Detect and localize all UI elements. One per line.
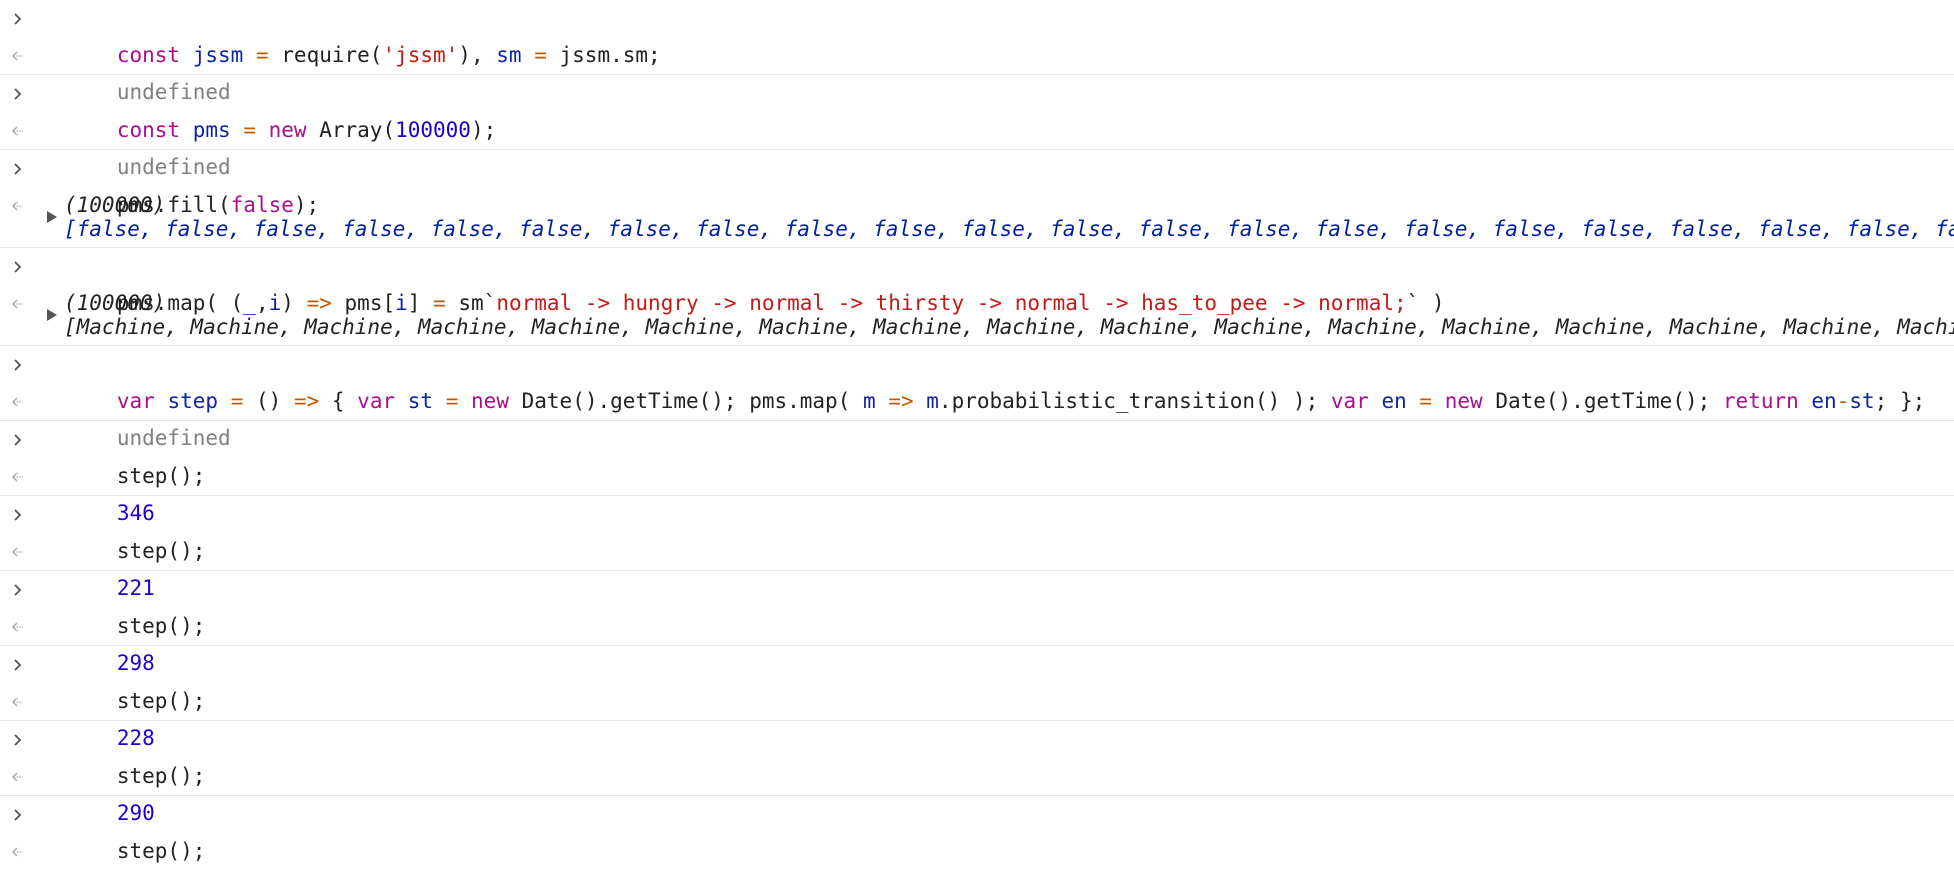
console-output-array[interactable]: (100000) [false, false, false, false, fa… [0, 187, 1954, 247]
chevron-right-icon [8, 796, 28, 833]
chevron-right-icon [8, 721, 28, 758]
console-output-line: undefined [0, 112, 1954, 179]
console-input-line[interactable]: const pms = new Array(100000); [0, 75, 1954, 142]
console-input-line[interactable]: pms.fill(false); [0, 150, 1954, 217]
console-entry: step(); 221 [0, 496, 1954, 600]
console-entry: step(); 228 [0, 646, 1954, 750]
console-input-line[interactable]: var step = () => { var st = new Date().g… [0, 346, 1954, 413]
return-arrow-icon [8, 112, 28, 149]
chevron-right-icon [8, 421, 28, 458]
console-input-line[interactable]: step(); [0, 496, 1954, 563]
console-entry: step(); 283 [0, 796, 1954, 870]
console-entry: pms.map( (_,i) => pms[i] = sm`normal -> … [0, 248, 1954, 346]
chevron-right-icon [8, 571, 28, 608]
console-output-line: 283 [0, 833, 1954, 870]
return-arrow-icon [8, 383, 28, 420]
return-arrow-icon [8, 533, 28, 570]
chevron-right-icon [8, 150, 28, 187]
array-length: (100000) [64, 291, 166, 315]
console-output-line: 298 [0, 608, 1954, 675]
console-input-line[interactable]: step(); [0, 571, 1954, 638]
console-output-line: undefined [0, 37, 1954, 104]
array-preview: [Machine, Machine, Machine, Machine, Mac… [64, 315, 1954, 339]
return-arrow-icon [8, 37, 28, 74]
chevron-right-icon [8, 248, 28, 285]
return-arrow-icon [8, 458, 28, 495]
console-entry: const jssm = require('jssm'), sm = jssm.… [0, 0, 1954, 104]
chevron-right-icon [8, 75, 28, 112]
return-arrow-icon [8, 833, 28, 870]
console-output-line: 221 [0, 533, 1954, 600]
console-input-line[interactable]: step(); [0, 796, 1954, 863]
console-output-array[interactable]: (100000) [Machine, Machine, Machine, Mac… [0, 285, 1954, 345]
console-output-line: undefined [0, 383, 1954, 450]
console-input-line[interactable]: step(); [0, 646, 1954, 713]
array-length: (100000) [64, 193, 166, 217]
chevron-right-icon [8, 646, 28, 683]
devtools-console: const jssm = require('jssm'), sm = jssm.… [0, 0, 1954, 870]
array-preview: [false, false, false, false, false, fals… [64, 217, 1954, 241]
triangle-right-icon[interactable] [43, 205, 61, 229]
chevron-right-icon [8, 496, 28, 533]
console-entry: step(); 346 [0, 421, 1954, 525]
console-entry: step(); 290 [0, 721, 1954, 825]
console-output-line: 346 [0, 458, 1954, 525]
return-arrow-icon [8, 683, 28, 720]
console-entry: var step = () => { var st = new Date().g… [0, 346, 1954, 450]
chevron-right-icon [8, 0, 28, 37]
return-arrow-icon [8, 608, 28, 645]
console-entry: step(); 298 [0, 571, 1954, 675]
console-input-line[interactable]: step(); [0, 421, 1954, 488]
console-output-line: 290 [0, 758, 1954, 825]
console-entry: pms.fill(false); (100000) [false, false,… [0, 150, 1954, 248]
triangle-right-icon[interactable] [43, 303, 61, 327]
console-input-line[interactable]: const jssm = require('jssm'), sm = jssm.… [0, 0, 1954, 67]
console-input-line[interactable]: pms.map( (_,i) => pms[i] = sm`normal -> … [0, 248, 1954, 315]
console-input-line[interactable]: step(); [0, 721, 1954, 788]
return-arrow-icon [8, 187, 28, 224]
return-arrow-icon [8, 285, 28, 322]
chevron-right-icon [8, 346, 28, 383]
console-entry: const pms = new Array(100000); undefined [0, 75, 1954, 179]
console-output-line: 228 [0, 683, 1954, 750]
return-arrow-icon [8, 758, 28, 795]
